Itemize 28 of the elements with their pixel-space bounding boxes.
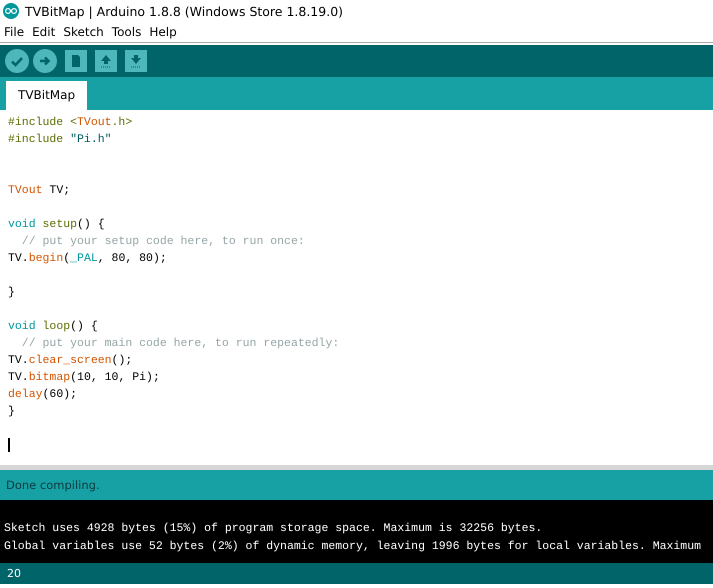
console-line: Global variables use 52 bytes (2%) of dynamic memory, leaving 1996 bytes for local variables. Maximum (4, 539, 702, 555)
document-icon[interactable] (65, 50, 87, 72)
code-line: // put your setup code here, to run once: (20, 234, 306, 250)
code-line: } (8, 285, 16, 301)
code-line: TVout TV; (8, 183, 72, 199)
menu-item[interactable]: Help (149, 25, 177, 39)
console-line: Sketch uses 4928 bytes (15%) of program storage space. Maximum is 32256 bytes. (4, 521, 544, 537)
menu-item[interactable]: Edit (32, 25, 56, 39)
status-message: Done compiling. (6, 478, 100, 492)
text-cursor (8, 438, 10, 452)
menu-item[interactable]: Tools (112, 25, 142, 39)
code-line: void loop() { (8, 319, 99, 335)
line-number: 20 (7, 567, 21, 580)
code-line: } (8, 404, 16, 420)
code-line: #include "Pi.h" (8, 132, 113, 148)
menu-item[interactable]: Sketch (63, 25, 104, 39)
code-line: TV.bitmap(10, 10, Pi); (8, 370, 161, 386)
code-line: // put your main code here, to run repeatedly: (20, 336, 340, 352)
sketch-tab[interactable]: TVBitMap (6, 81, 88, 110)
code-line: #include <TVout.h> (8, 115, 134, 131)
app-logo-icon (3, 3, 19, 19)
code-line: TV.clear_screen(); (8, 353, 134, 369)
window-title: TVBitMap | Arduino 1.8.8 (Windows Store 1.8.19.0) (25, 4, 344, 18)
menu-item[interactable]: File (4, 25, 24, 39)
code-line: void setup() { (8, 217, 106, 233)
code-line: delay(60); (8, 387, 78, 403)
code-line: TV.begin(_PAL, 80, 80); (8, 251, 168, 267)
checkmark-icon[interactable] (5, 49, 29, 73)
